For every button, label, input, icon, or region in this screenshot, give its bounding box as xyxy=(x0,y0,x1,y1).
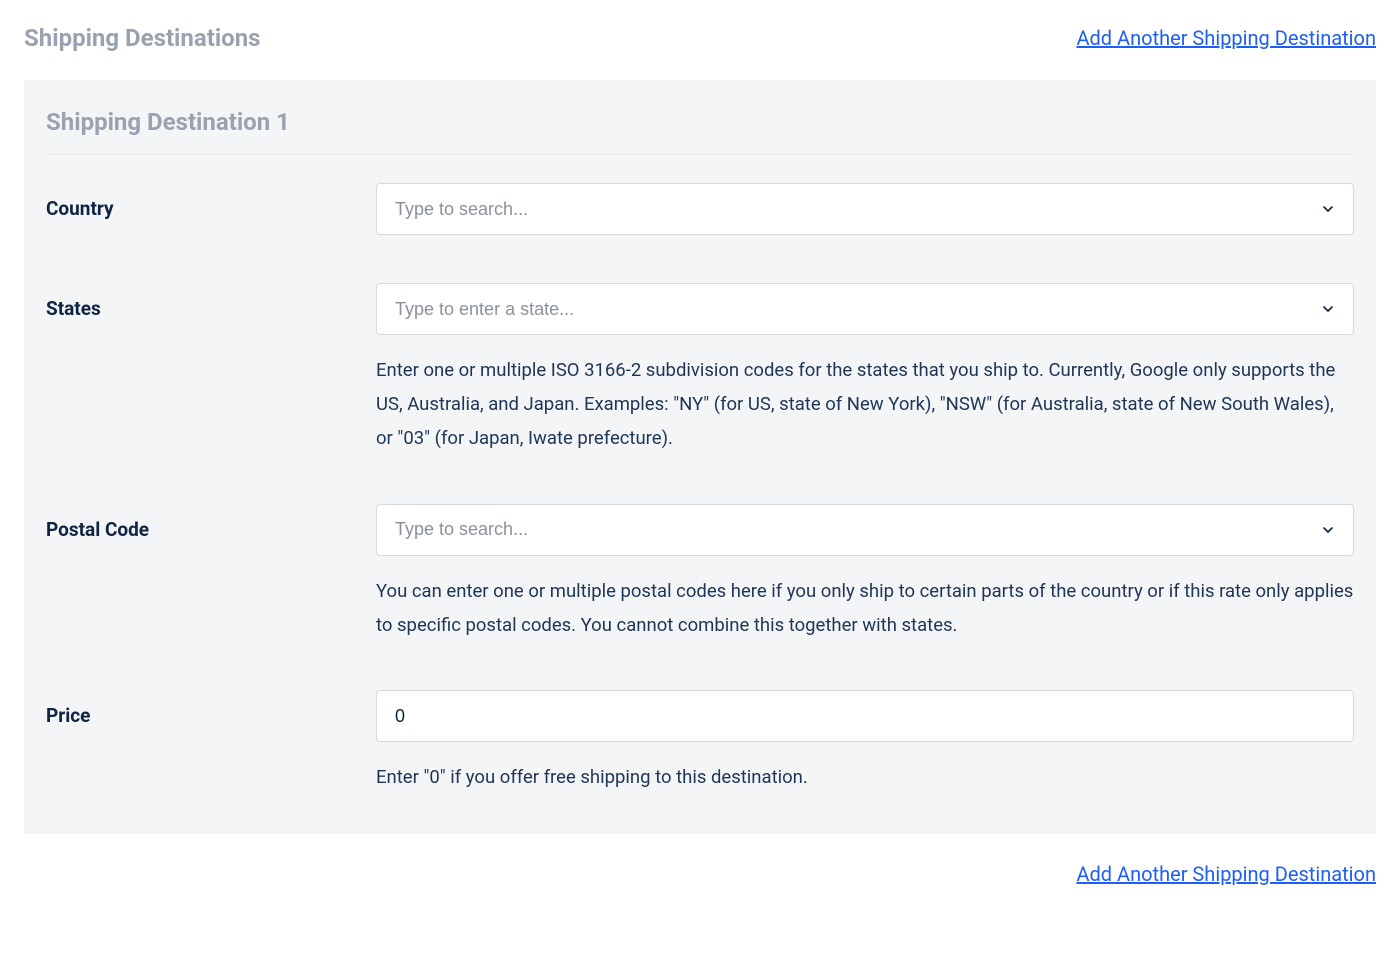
section-header: Shipping Destinations Add Another Shippi… xyxy=(24,24,1376,52)
country-select-wrap xyxy=(376,183,1354,235)
panel-title: Shipping Destination 1 xyxy=(46,108,1354,155)
states-field: Enter one or multiple ISO 3166-2 subdivi… xyxy=(376,283,1354,456)
states-row: States Enter one or multiple ISO 3166-2 … xyxy=(46,283,1354,456)
price-row: Price Enter "0" if you offer free shippi… xyxy=(46,690,1354,794)
postal-code-input[interactable] xyxy=(376,504,1354,556)
country-row: Country xyxy=(46,183,1354,235)
country-input[interactable] xyxy=(376,183,1354,235)
states-help-text: Enter one or multiple ISO 3166-2 subdivi… xyxy=(376,353,1354,456)
price-label: Price xyxy=(46,690,376,727)
postal-code-row: Postal Code You can enter one or multipl… xyxy=(46,504,1354,642)
postal-code-select-wrap xyxy=(376,504,1354,556)
postal-code-help-text: You can enter one or multiple postal cod… xyxy=(376,574,1354,642)
price-field: Enter "0" if you offer free shipping to … xyxy=(376,690,1354,794)
page-title: Shipping Destinations xyxy=(24,24,261,52)
destination-panel: Shipping Destination 1 Country States En… xyxy=(24,80,1376,834)
states-input[interactable] xyxy=(376,283,1354,335)
add-destination-link-bottom[interactable]: Add Another Shipping Destination xyxy=(1076,862,1376,886)
add-destination-link-top[interactable]: Add Another Shipping Destination xyxy=(1076,26,1376,50)
country-label: Country xyxy=(46,183,376,220)
section-footer: Add Another Shipping Destination xyxy=(24,862,1376,886)
states-select-wrap xyxy=(376,283,1354,335)
price-input[interactable] xyxy=(376,690,1354,742)
postal-code-label: Postal Code xyxy=(46,504,376,541)
price-help-text: Enter "0" if you offer free shipping to … xyxy=(376,760,1354,794)
postal-code-field: You can enter one or multiple postal cod… xyxy=(376,504,1354,642)
country-field xyxy=(376,183,1354,235)
states-label: States xyxy=(46,283,376,320)
